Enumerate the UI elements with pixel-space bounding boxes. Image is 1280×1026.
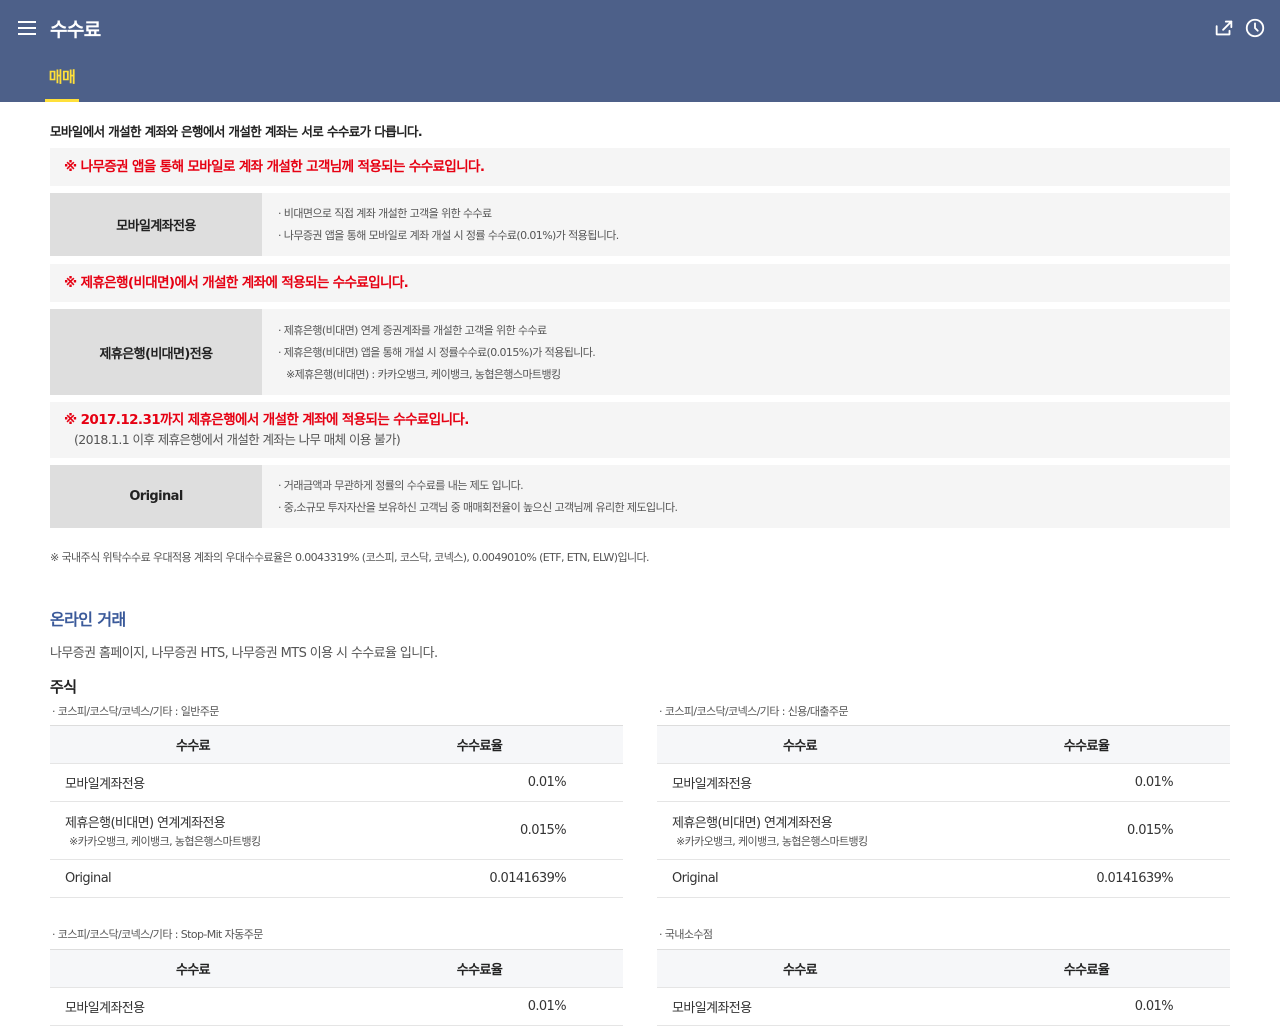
fee-bullet: 비대면으로 직접 계좌 개설한 고객을 위한 수수료 [278,203,619,225]
table-caption: 코스피/코스닥/코넥스/기타 : 신용/대출주문 [659,703,849,719]
fee-bullet: 나무증권 앱을 통해 모바일로 계좌 개설 시 정률 수수료(0.01%)가 적… [278,225,619,247]
fee-description: 거래금액과 무관하게 정률의 수수료를 내는 제도 입니다. 중,소규모 투자자… [278,475,678,519]
fee-note: ※제휴은행(비대면) : 카카오뱅크, 케이뱅크, 농협은행스마트뱅킹 [286,368,561,381]
notice-text: ※ 제휴은행(비대면)에서 개설한 계좌에 적용되는 수수료입니다. [64,275,409,291]
table-row: 모바일계좌전용 0.01% [50,763,623,802]
fee-name: 모바일계좌전용 [50,987,336,1026]
fee-rate: 0.01% [943,987,1230,1026]
column-header: 수수료 [50,949,336,988]
table-row: 제휴은행(비대면) 연계계좌전용 ※카카오뱅크, 케이뱅크, 농협은행스마트뱅킹… [657,801,1230,860]
fee-row-partner-bank: 제휴은행(비대면)전용 제휴은행(비대면) 연계 증권계좌를 개설한 고객을 위… [50,309,1230,395]
notice-partner-bank: ※ 제휴은행(비대면)에서 개설한 계좌에 적용되는 수수료입니다. [50,264,1230,302]
table-caption: 코스피/코스닥/코넥스/기타 : 일반주문 [52,703,220,719]
column-header: 수수료율 [336,949,623,988]
fee-table-stop-mit: 수수료 수수료율 모바일계좌전용 0.01% [50,949,623,1026]
notice-text: ※ 나무증권 앱을 통해 모바일로 계좌 개설한 고객님께 적용되는 수수료입니… [64,159,485,175]
fee-name-cell: 제휴은행(비대면) 연계계좌전용 ※카카오뱅크, 케이뱅크, 농협은행스마트뱅킹 [657,801,943,860]
fee-label: Original [50,465,262,528]
column-header: 수수료율 [336,725,623,764]
page-title: 수수료 [50,19,101,41]
intro-text: 모바일에서 개설한 계좌와 은행에서 개설한 계좌는 서로 수수료가 다릅니다. [50,124,423,139]
fee-rate: 0.01% [336,987,623,1026]
fee-note: ※카카오뱅크, 케이뱅크, 농협은행스마트뱅킹 [69,835,261,848]
app-header: 수수료 매매 [0,0,1280,102]
column-header: 수수료 [657,949,943,988]
section-description: 나무증권 홈페이지, 나무증권 HTS, 나무증권 MTS 이용 시 수수료율 … [50,646,438,661]
fee-bullet: 제휴은행(비대면) 앱을 통해 개설 시 정률수수료(0.015%)가 적용됩니… [278,342,596,364]
hamburger-icon[interactable] [18,18,38,36]
fee-rate: 0.0141639% [943,859,1230,898]
table-row: 모바일계좌전용 0.01% [50,987,623,1026]
fee-name: 모바일계좌전용 [657,987,943,1026]
table-row: 모바일계좌전용 0.01% [657,763,1230,802]
table-row: 제휴은행(비대면) 연계계좌전용 ※카카오뱅크, 케이뱅크, 농협은행스마트뱅킹… [50,801,623,860]
fee-rate: 0.015% [943,801,1230,860]
section-title-online: 온라인 거래 [50,610,126,629]
fee-note: ※카카오뱅크, 케이뱅크, 농협은행스마트뱅킹 [676,835,868,848]
fee-name: Original [50,859,336,898]
notice-mobile: ※ 나무증권 앱을 통해 모바일로 계좌 개설한 고객님께 적용되는 수수료입니… [50,148,1230,186]
fee-table-fractional: 수수료 수수료율 모바일계좌전용 0.01% [657,949,1230,1026]
fee-bullet: 거래금액과 무관하게 정률의 수수료를 내는 제도 입니다. [278,475,677,497]
fee-label: 제휴은행(비대면)전용 [50,309,262,395]
notice-text: ※ 2017.12.31까지 제휴은행에서 개설한 계좌에 적용되는 수수료입니… [64,412,469,428]
fee-name: 제휴은행(비대면) 연계계좌전용 [672,816,833,831]
fee-row-original: Original 거래금액과 무관하게 정률의 수수료를 내는 제도 입니다. … [50,465,1230,528]
notice-subtext: (2018.1.1 이후 제휴은행에서 개설한 계좌는 나무 매체 이용 불가) [74,432,401,447]
fee-row-mobile: 모바일계좌전용 비대면으로 직접 계좌 개설한 고객을 위한 수수료 나무증권 … [50,193,1230,256]
column-header: 수수료 [50,725,336,764]
fee-description: 제휴은행(비대면) 연계 증권계좌를 개설한 고객을 위한 수수료 제휴은행(비… [278,320,596,386]
subsection-title-stock: 주식 [50,678,77,696]
table-caption: 코스피/코스닥/코넥스/기타 : Stop-Mit 자동주문 [52,926,264,942]
clock-icon[interactable] [1244,17,1266,39]
fee-rate: 0.01% [336,763,623,802]
fee-name: 모바일계좌전용 [657,763,943,802]
notice-original: ※ 2017.12.31까지 제휴은행에서 개설한 계좌에 적용되는 수수료입니… [50,402,1230,458]
fee-name: 제휴은행(비대면) 연계계좌전용 [65,816,226,831]
fee-name-cell: 제휴은행(비대면) 연계계좌전용 ※카카오뱅크, 케이뱅크, 농협은행스마트뱅킹 [50,801,336,860]
fee-rate: 0.015% [336,801,623,860]
fee-name: Original [657,859,943,898]
fee-description: 비대면으로 직접 계좌 개설한 고객을 위한 수수료 나무증권 앱을 통해 모바… [278,203,619,247]
table-row: Original 0.0141639% [657,859,1230,898]
fee-rate: 0.01% [943,763,1230,802]
fee-label: 모바일계좌전용 [50,193,262,256]
share-icon[interactable] [1213,17,1235,39]
tab-trade[interactable]: 매매 [45,66,79,102]
fee-bullet: 중,소규모 투자자산을 보유하신 고객님 중 매매회전율이 높으신 고객님께 유… [278,497,678,519]
table-row: Original 0.0141639% [50,859,623,898]
table-row: 모바일계좌전용 0.01% [657,987,1230,1026]
fee-bullet: 제휴은행(비대면) 연계 증권계좌를 개설한 고객을 위한 수수료 [278,320,595,342]
fee-name: 모바일계좌전용 [50,763,336,802]
column-header: 수수료 [657,725,943,764]
fee-table-general-order: 수수료 수수료율 모바일계좌전용 0.01% 제휴은행(비대면) 연계계좌전용 … [50,725,623,898]
column-header: 수수료율 [943,949,1230,988]
table-caption: 국내소수점 [659,926,713,942]
preferred-rate-footnote: ※ 국내주식 위탁수수료 우대적용 계좌의 우대수수료율은 0.0043319%… [50,551,650,564]
fee-rate: 0.0141639% [336,859,623,898]
fee-table-credit-order: 수수료 수수료율 모바일계좌전용 0.01% 제휴은행(비대면) 연계계좌전용 … [657,725,1230,898]
column-header: 수수료율 [943,725,1230,764]
